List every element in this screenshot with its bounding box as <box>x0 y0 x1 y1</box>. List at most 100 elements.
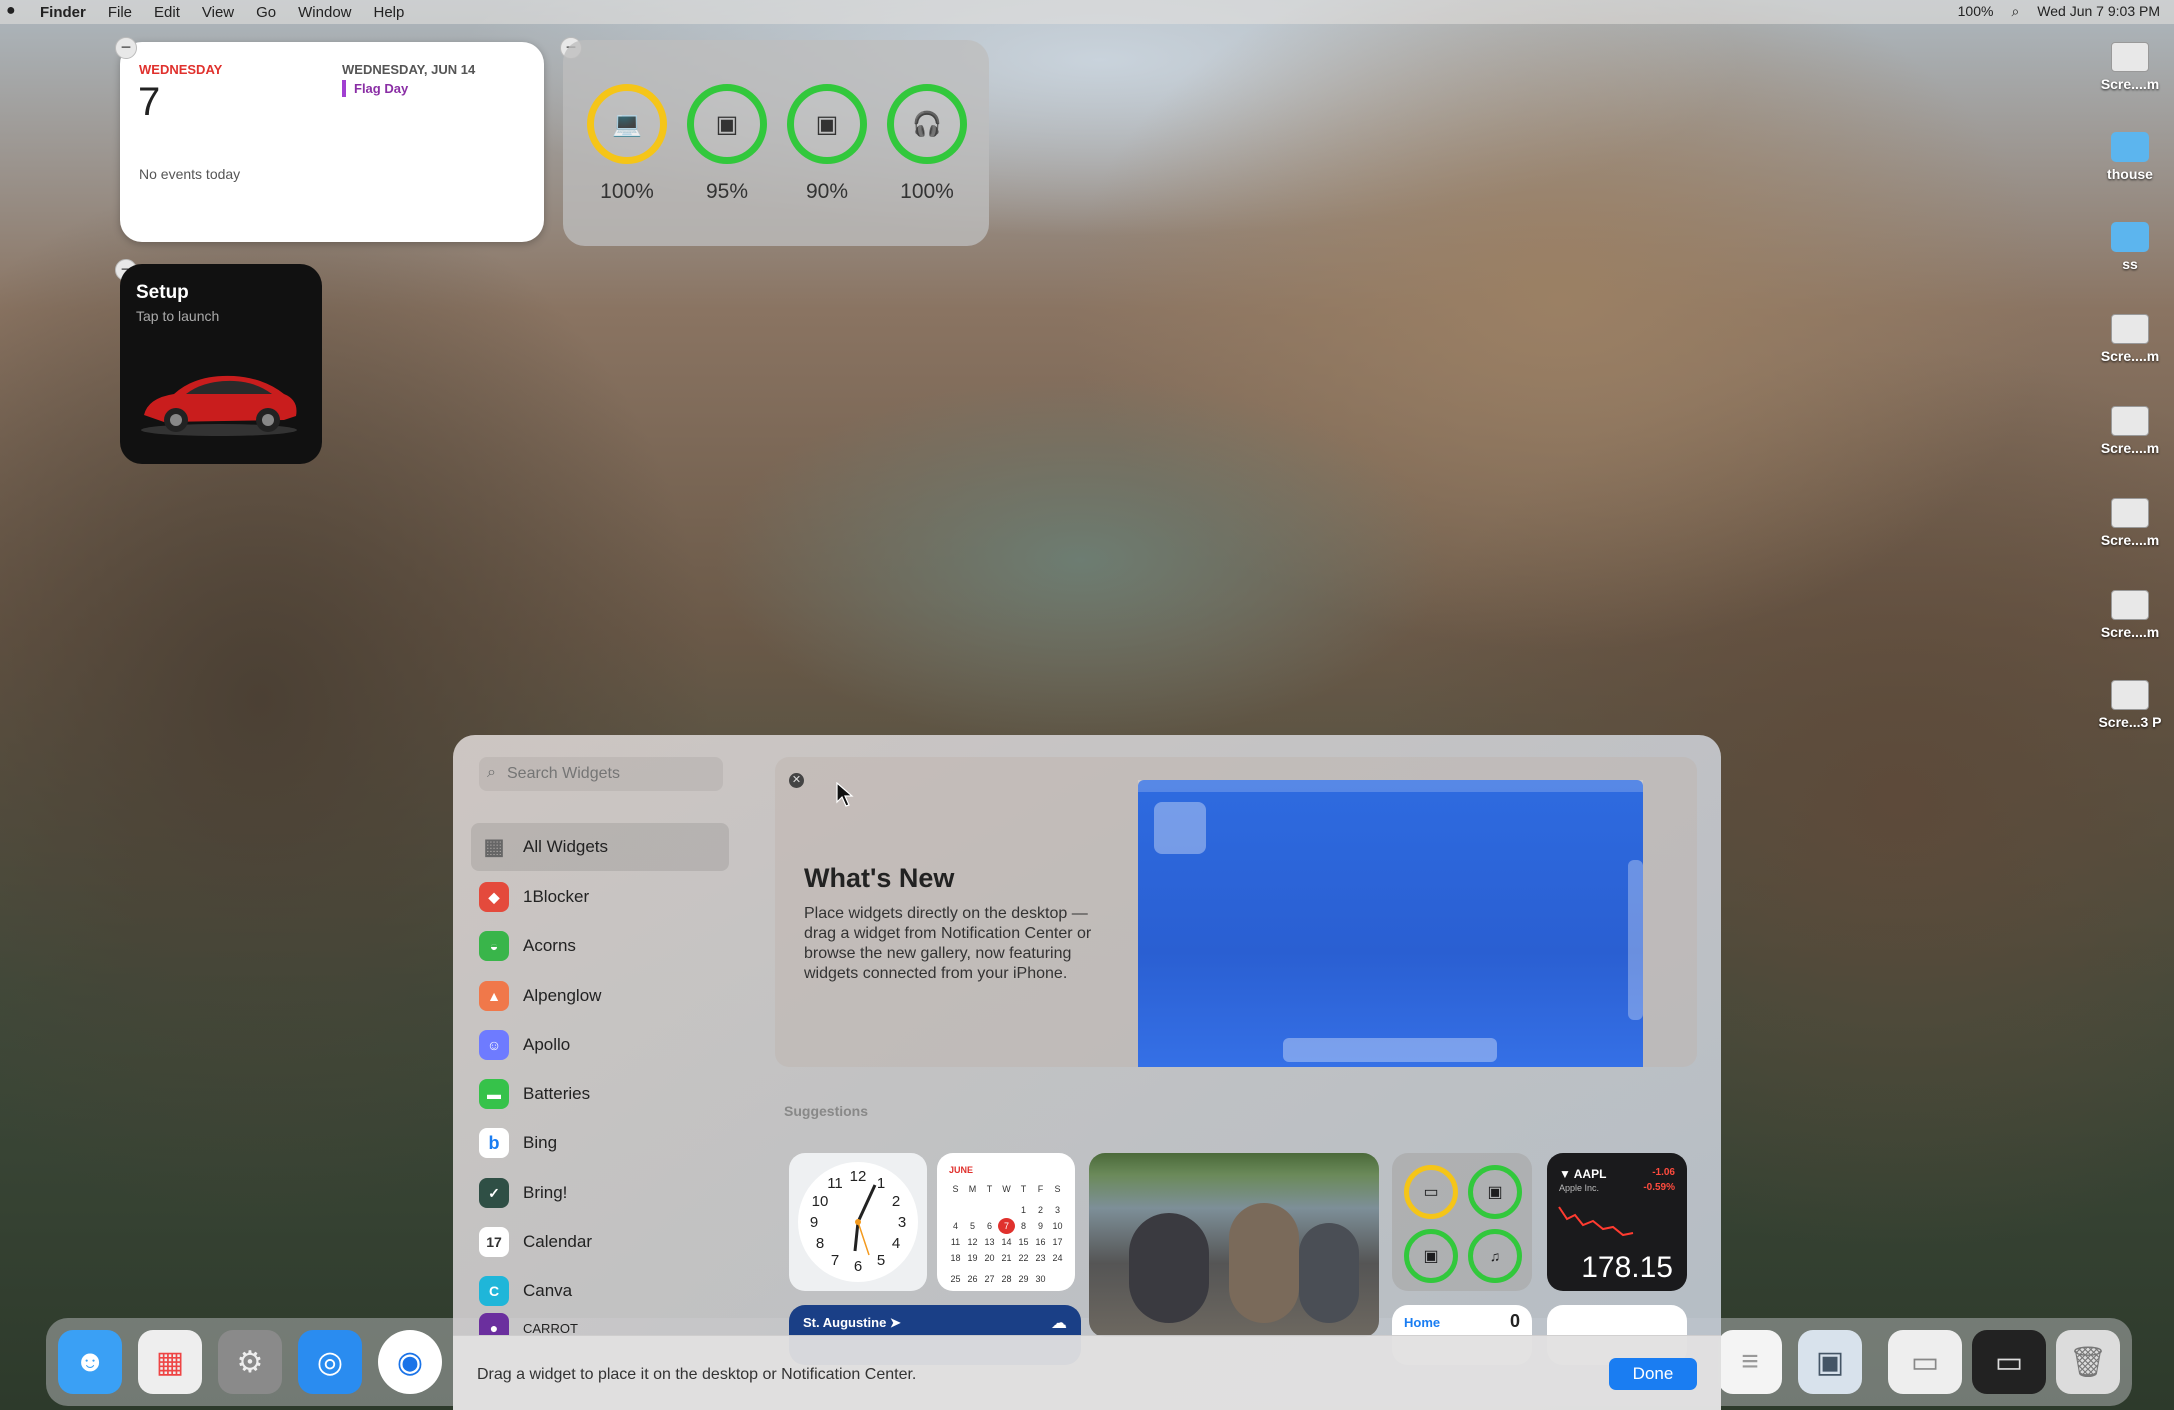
menubar-clock[interactable]: Wed Jun 7 9:03 PM <box>2037 3 2160 20</box>
sidebar-item-carrot[interactable]: ● CARROT <box>471 1313 729 1335</box>
window-thumbnail-icon[interactable]: ▭ <box>1972 1330 2046 1394</box>
desktop-file[interactable]: Scre....m <box>2090 406 2170 456</box>
sidebar-item-batteries[interactable]: ▬ Batteries <box>471 1070 729 1118</box>
calendar-widget[interactable]: WEDNESDAY 7 No events today WEDNESDAY, J… <box>120 42 544 242</box>
sidebar-item-canva[interactable]: C Canva <box>471 1267 729 1315</box>
sidebar-item-bring[interactable]: ✓ Bring! <box>471 1169 729 1217</box>
calendar-next-event: Flag Day <box>342 80 408 97</box>
clock-face-icon: 12 1 2 3 4 5 6 7 8 9 10 11 <box>798 1162 918 1282</box>
menu-view[interactable]: View <box>202 4 234 21</box>
menu-go[interactable]: Go <box>256 4 276 21</box>
menu-bar: ● Finder File Edit View Go Window Help 1… <box>0 0 2174 24</box>
trash-icon[interactable]: 🗑 <box>2056 1330 2120 1394</box>
remove-widget-icon[interactable]: − <box>115 37 137 59</box>
sidebar-item-all-widgets[interactable]: ▦ All Widgets <box>471 823 729 871</box>
clock-numeral: 2 <box>892 1193 900 1210</box>
calendar-cell: S <box>952 1184 959 1194</box>
desktop-file[interactable]: Scre....m <box>2090 498 2170 548</box>
screenshot-thumbnail-icon <box>2111 314 2149 344</box>
menu-file[interactable]: File <box>108 4 132 21</box>
calendar-cell: 10 <box>1052 1221 1063 1231</box>
laptop-battery-ring: 💻 <box>587 84 667 164</box>
widget-gallery: ⌕ ▦ All Widgets ◆ 1Blocker ◒ Acorns ▲ Al… <box>453 735 1721 1410</box>
tesla-widget[interactable]: Setup Tap to launch <box>120 264 322 464</box>
batteries-widget[interactable]: 💻 ▣ ▣ 🎧 100% 95% 90% 100% <box>563 40 989 246</box>
sidebar-item-apollo[interactable]: ☺ Apollo <box>471 1021 729 1069</box>
calendar-cell: M <box>968 1184 977 1194</box>
menu-edit[interactable]: Edit <box>154 4 180 21</box>
airpods-case-icon: ▣ <box>1468 1165 1522 1219</box>
airpods-icon: ♫ <box>1468 1229 1522 1283</box>
calendar-cell: 27 <box>984 1274 995 1284</box>
apple-menu-icon[interactable]: ● <box>6 2 16 20</box>
calendar-cell: 20 <box>984 1253 995 1263</box>
sidebar-item-acorns[interactable]: ◒ Acorns <box>471 922 729 970</box>
menu-help[interactable]: Help <box>374 4 405 21</box>
clock-numeral: 7 <box>831 1252 839 1269</box>
whats-new-body: Place widgets directly on the desktop — … <box>804 905 1092 982</box>
sidebar-item-calendar[interactable]: 17 Calendar <box>471 1218 729 1266</box>
calendar-cell: T <box>1020 1184 1027 1194</box>
desktop-file-label: Scre....m <box>2100 624 2160 640</box>
calendar-cell: 1 <box>1020 1205 1026 1215</box>
battery-percent: 100% <box>900 180 954 203</box>
sidebar-item-alpenglow[interactable]: ▲ Alpenglow <box>471 972 729 1020</box>
canva-icon: C <box>479 1276 509 1306</box>
system-settings-icon[interactable]: ⚙ <box>218 1330 282 1394</box>
clock-widget-tile[interactable]: 12 1 2 3 4 5 6 7 8 9 10 11 <box>789 1153 927 1291</box>
bring-icon: ✓ <box>479 1178 509 1208</box>
desktop-file[interactable]: Scre....m <box>2090 590 2170 640</box>
calendar-widget-tile[interactable]: JUNE S M T W T F S1 2 34 5 6 7 8 9 1011 12 13 14 15 16 1718 1… <box>937 1153 1075 1291</box>
safari-icon[interactable]: ◎ <box>298 1330 362 1394</box>
notes-icon[interactable]: ≡ <box>1718 1330 1782 1394</box>
sidebar-item-1blocker[interactable]: ◆ 1Blocker <box>471 873 729 921</box>
launchpad-icon[interactable]: ▦ <box>138 1330 202 1394</box>
photo-person <box>1229 1203 1299 1323</box>
desktop-folder[interactable]: ss <box>2090 222 2170 272</box>
calendar-cell: 5 <box>969 1221 975 1231</box>
search-widgets-input[interactable] <box>479 757 723 791</box>
calendar-cell: 7 <box>998 1218 1015 1234</box>
calendar-cell: 29 <box>1018 1274 1029 1284</box>
preview-icon[interactable]: ▣ <box>1798 1330 1862 1394</box>
sidebar-item-label: Canva <box>523 1281 573 1300</box>
acorns-icon: ◒ <box>479 931 509 961</box>
desktop-file-label: Scre....m <box>2100 348 2160 364</box>
chrome-icon[interactable]: ◉ <box>378 1330 442 1394</box>
photos-widget-tile[interactable] <box>1089 1153 1379 1337</box>
desktop-file-label: Scre....m <box>2100 532 2160 548</box>
calendar-cell: 28 <box>1001 1274 1012 1284</box>
clock-numeral: 1 <box>877 1175 885 1192</box>
photo-person <box>1129 1213 1209 1323</box>
menu-finder[interactable]: Finder <box>40 4 86 21</box>
desktop-file[interactable]: Scre...3 P <box>2090 680 2170 730</box>
sidebar-item-label: All Widgets <box>523 837 609 856</box>
illustration-menubar <box>1138 780 1643 792</box>
calendar-cell: 19 <box>967 1253 978 1263</box>
menu-window[interactable]: Window <box>298 4 351 21</box>
desktop-file-label: Scre....m <box>2100 440 2160 456</box>
search-icon[interactable]: ⌕ <box>2011 3 2019 20</box>
clock-numeral: 12 <box>850 1168 867 1185</box>
calendar-weekday: WEDNESDAY <box>139 62 223 77</box>
folder-icon <box>2111 132 2149 162</box>
window-thumbnail-icon[interactable]: ▭ <box>1888 1330 1962 1394</box>
calendar-cell: 21 <box>1001 1253 1012 1263</box>
close-icon[interactable]: ✕ <box>789 773 804 788</box>
stock-symbol: ▼ AAPL <box>1559 1167 1607 1181</box>
calendar-cell: 3 <box>1054 1205 1060 1215</box>
battery-percent: 95% <box>705 180 749 203</box>
finder-icon[interactable]: ☻ <box>58 1330 122 1394</box>
batteries-widget-tile[interactable]: ▭ ▣ ▣ ♫ <box>1392 1153 1532 1291</box>
folder-icon <box>2111 222 2149 252</box>
sidebar-item-label: Alpenglow <box>523 986 602 1005</box>
airpods-case-icon: ▣ <box>815 110 839 138</box>
sidebar-item-bing[interactable]: b Bing <box>471 1119 729 1167</box>
desktop-file[interactable]: Scre....m <box>2090 314 2170 364</box>
desktop-file[interactable]: Scre....m <box>2090 42 2170 92</box>
stocks-widget-tile[interactable]: ▼ AAPL Apple Inc. -1.06 -0.59% 178.15 <box>1547 1153 1687 1291</box>
done-button[interactable]: Done <box>1609 1358 1697 1390</box>
desktop-folder[interactable]: thouse <box>2090 132 2170 182</box>
clock-numeral: 5 <box>877 1252 885 1269</box>
battery-percent[interactable]: 100% <box>1958 3 1994 20</box>
